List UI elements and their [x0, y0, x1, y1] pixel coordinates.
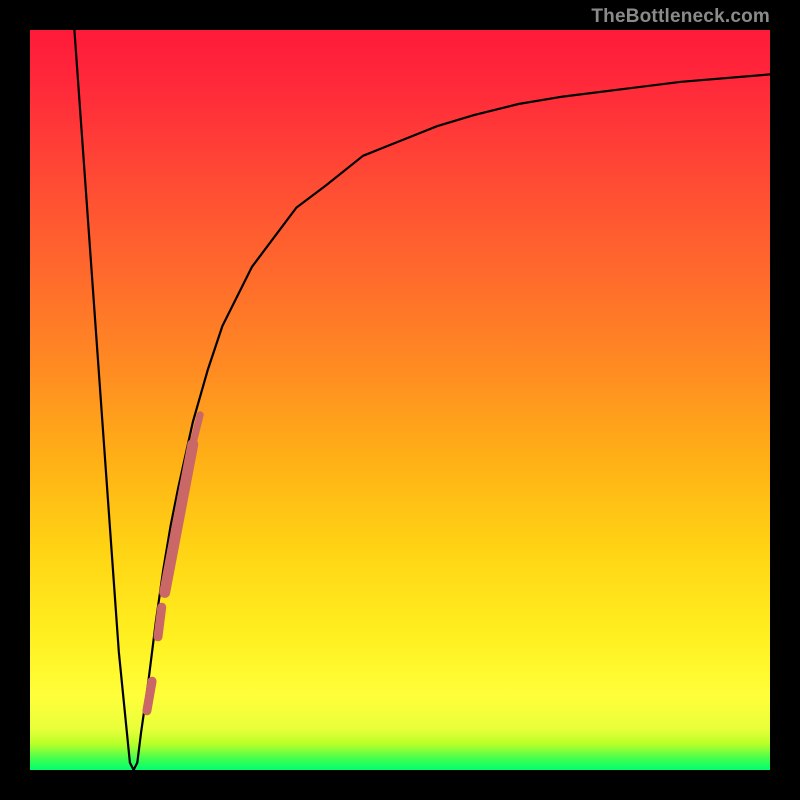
plot-svg [30, 30, 770, 770]
plot-area [30, 30, 770, 770]
marker-segment-0 [147, 681, 152, 711]
marker-dot-1 [158, 607, 162, 637]
watermark-text: TheBottleneck.com [591, 6, 770, 28]
chart-frame: TheBottleneck.com [0, 0, 800, 800]
